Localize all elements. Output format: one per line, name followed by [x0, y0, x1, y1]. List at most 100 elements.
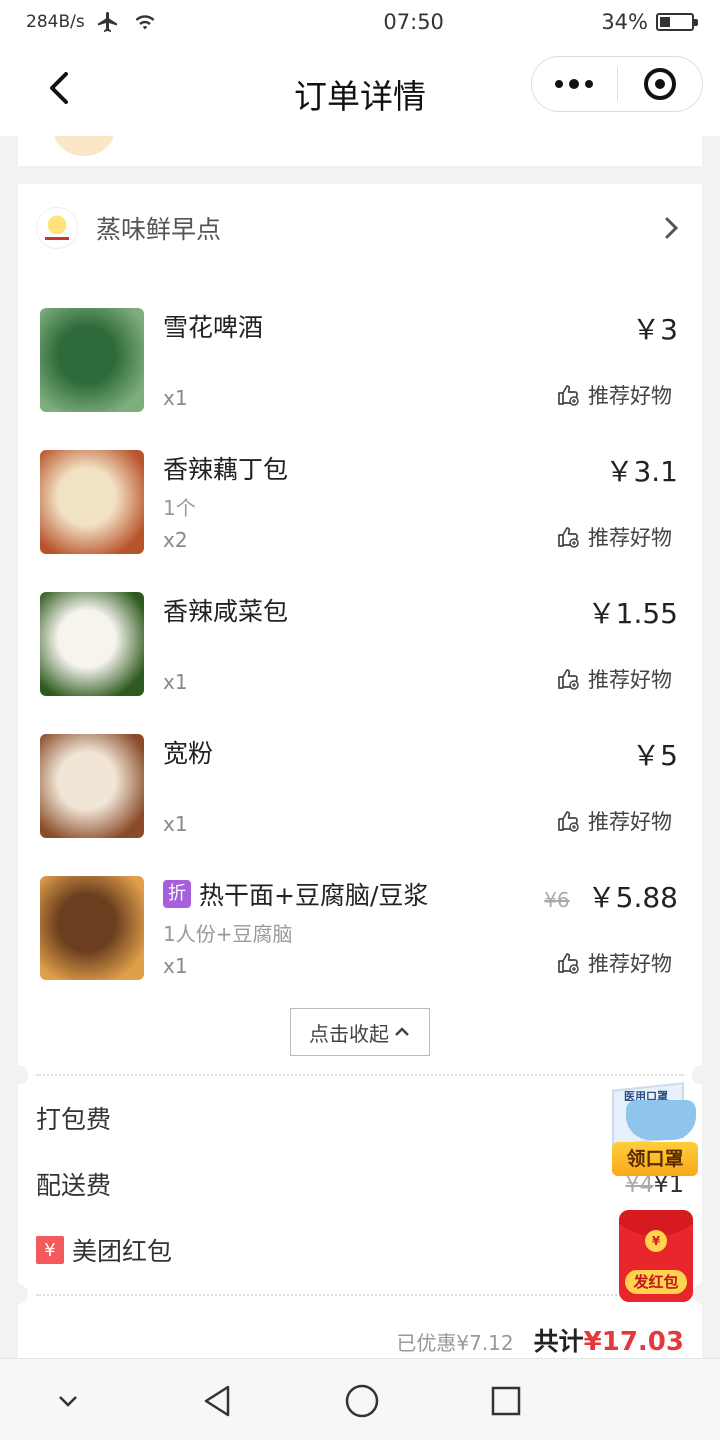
recommend-label: 推荐好物	[588, 810, 672, 834]
item-name-text: 宽粉	[163, 739, 214, 768]
item-name: 雪花啤酒	[163, 308, 263, 344]
recommend-button[interactable]: 推荐好物	[556, 522, 672, 552]
chevron-right-icon	[665, 217, 679, 239]
back-triangle-icon[interactable]	[198, 1381, 238, 1421]
thumbs-up-icon	[558, 953, 579, 974]
delivery-fee-label: 配送费	[36, 1171, 112, 1200]
item-price: ￥1.55	[587, 597, 678, 630]
thumbs-up-icon	[558, 811, 579, 832]
recommend-label: 推荐好物	[588, 668, 672, 692]
saved-amount: 已优惠¥7.12	[396, 1331, 514, 1355]
item-price: ￥3.1	[605, 455, 678, 488]
battery-percent: 34%	[601, 10, 648, 34]
item-name: 香辣藕丁包	[163, 450, 288, 486]
system-nav-bar	[0, 1358, 720, 1440]
item-name: 折热干面+豆腐脑/豆浆	[163, 876, 428, 912]
item-price-group: ¥6 ￥5.88	[544, 876, 678, 916]
total-amount: ¥17.03	[583, 1327, 684, 1357]
redpacket-label: 美团红包	[72, 1237, 173, 1266]
total-row: 已优惠¥7.12 共计¥17.03	[396, 1322, 684, 1358]
close-miniprogram-button[interactable]	[618, 68, 703, 100]
dot-icon	[569, 79, 580, 89]
collapse-label: 点击收起	[309, 1021, 389, 1046]
total-label: 共计¥17.03	[534, 1322, 684, 1358]
airplane-icon	[97, 12, 117, 32]
packaging-fee-row: 打包费	[36, 1098, 684, 1138]
network-speed: 284B/s	[26, 12, 85, 32]
order-card: 蒸味鲜早点 雪花啤酒 x1 ￥3 推荐好物 香辣藕丁包 1个 x2 ￥3.1 推荐好物 香辣咸菜包…	[8, 184, 712, 1364]
item-quantity: x1	[163, 812, 188, 836]
item-name-text: 雪花啤酒	[163, 313, 264, 342]
status-bar: 284B/s 07:50 34%	[0, 0, 720, 44]
recommend-button[interactable]: 推荐好物	[556, 806, 672, 836]
item-price-group: ￥1.55	[588, 592, 678, 632]
clock: 07:50	[383, 10, 444, 34]
recommend-button[interactable]: 推荐好物	[556, 380, 672, 410]
miniprogram-capsule	[531, 56, 703, 112]
chevron-up-icon	[395, 1027, 409, 1036]
delivery-fee-row: 配送费 ¥4¥1	[36, 1164, 684, 1204]
store-name: 蒸味鲜早点	[96, 215, 222, 244]
redpacket-row: ¥ 美团红包	[36, 1230, 684, 1270]
thumbs-up-icon	[558, 669, 579, 690]
home-circle-icon[interactable]	[342, 1381, 382, 1421]
item-price: ￥5.88	[587, 881, 678, 914]
item-photo	[40, 450, 144, 554]
dot-icon	[585, 80, 594, 88]
delivery-fee-original: ¥4	[625, 1173, 654, 1198]
more-button[interactable]	[532, 79, 617, 89]
item-quantity: x1	[163, 954, 188, 978]
store-logo	[36, 207, 78, 249]
total-label-text: 共计	[533, 1327, 584, 1356]
recommend-label: 推荐好物	[588, 952, 672, 976]
dot-icon	[555, 80, 564, 88]
coin-icon: ¥	[645, 1230, 667, 1252]
status-right: 34%	[601, 10, 698, 34]
item-name-text: 香辣咸菜包	[163, 597, 289, 626]
mask-promo-label: 领口罩	[612, 1142, 698, 1176]
send-redpacket-button[interactable]: ¥ 发红包	[619, 1210, 693, 1302]
thumbs-up-icon	[558, 527, 579, 548]
mask-promo-button[interactable]: 医用口罩 领口罩	[612, 1082, 698, 1176]
recommend-button[interactable]: 推荐好物	[556, 664, 672, 694]
recents-square-icon[interactable]	[486, 1381, 526, 1421]
item-photo	[40, 308, 144, 412]
card-notch-left	[8, 1065, 28, 1085]
nav-bar: 订单详情	[0, 44, 720, 136]
order-item[interactable]: 香辣咸菜包 x1 ￥1.55 推荐好物	[40, 592, 680, 696]
store-row[interactable]: 蒸味鲜早点	[36, 204, 684, 252]
order-item[interactable]: 宽粉 x1 ￥5 推荐好物	[40, 734, 680, 838]
item-original-price: ¥6	[544, 888, 570, 912]
item-price: ￥5	[632, 739, 678, 772]
recommend-label: 推荐好物	[588, 384, 672, 408]
packaging-fee-label: 打包费	[36, 1105, 112, 1134]
item-photo	[40, 734, 144, 838]
item-quantity: x1	[163, 386, 188, 410]
item-name-text: 香辣藕丁包	[163, 455, 289, 484]
avatar-peek	[54, 136, 114, 156]
thumbs-up-icon	[558, 385, 579, 406]
order-item[interactable]: 雪花啤酒 x1 ￥3 推荐好物	[40, 308, 680, 412]
order-item[interactable]: 香辣藕丁包 1个 x2 ￥3.1 推荐好物	[40, 450, 680, 554]
item-spec: 1个	[163, 496, 196, 520]
mask-icon	[626, 1100, 696, 1140]
order-item[interactable]: 折热干面+豆腐脑/豆浆 1人份+豆腐脑 x1 ¥6 ￥5.88 推荐好物	[40, 876, 680, 980]
item-name: 香辣咸菜包	[163, 592, 288, 628]
recommend-label: 推荐好物	[588, 526, 672, 550]
recommend-button[interactable]: 推荐好物	[556, 948, 672, 978]
collapse-button[interactable]: 点击收起	[290, 1008, 430, 1056]
item-price-group: ￥3	[632, 308, 678, 348]
card-notch-left	[8, 1284, 28, 1304]
item-price-group: ￥5	[632, 734, 678, 774]
battery-fill	[660, 17, 671, 27]
yen-icon: ¥	[36, 1236, 64, 1264]
target-icon	[643, 68, 676, 100]
divider	[36, 1074, 684, 1076]
item-quantity: x2	[163, 528, 188, 552]
previous-card	[18, 136, 702, 166]
battery-icon	[656, 13, 698, 31]
card-notch-right	[692, 1284, 712, 1304]
item-photo	[40, 876, 144, 980]
chevron-down-icon[interactable]	[48, 1381, 88, 1421]
send-redpacket-label: 发红包	[625, 1270, 687, 1294]
